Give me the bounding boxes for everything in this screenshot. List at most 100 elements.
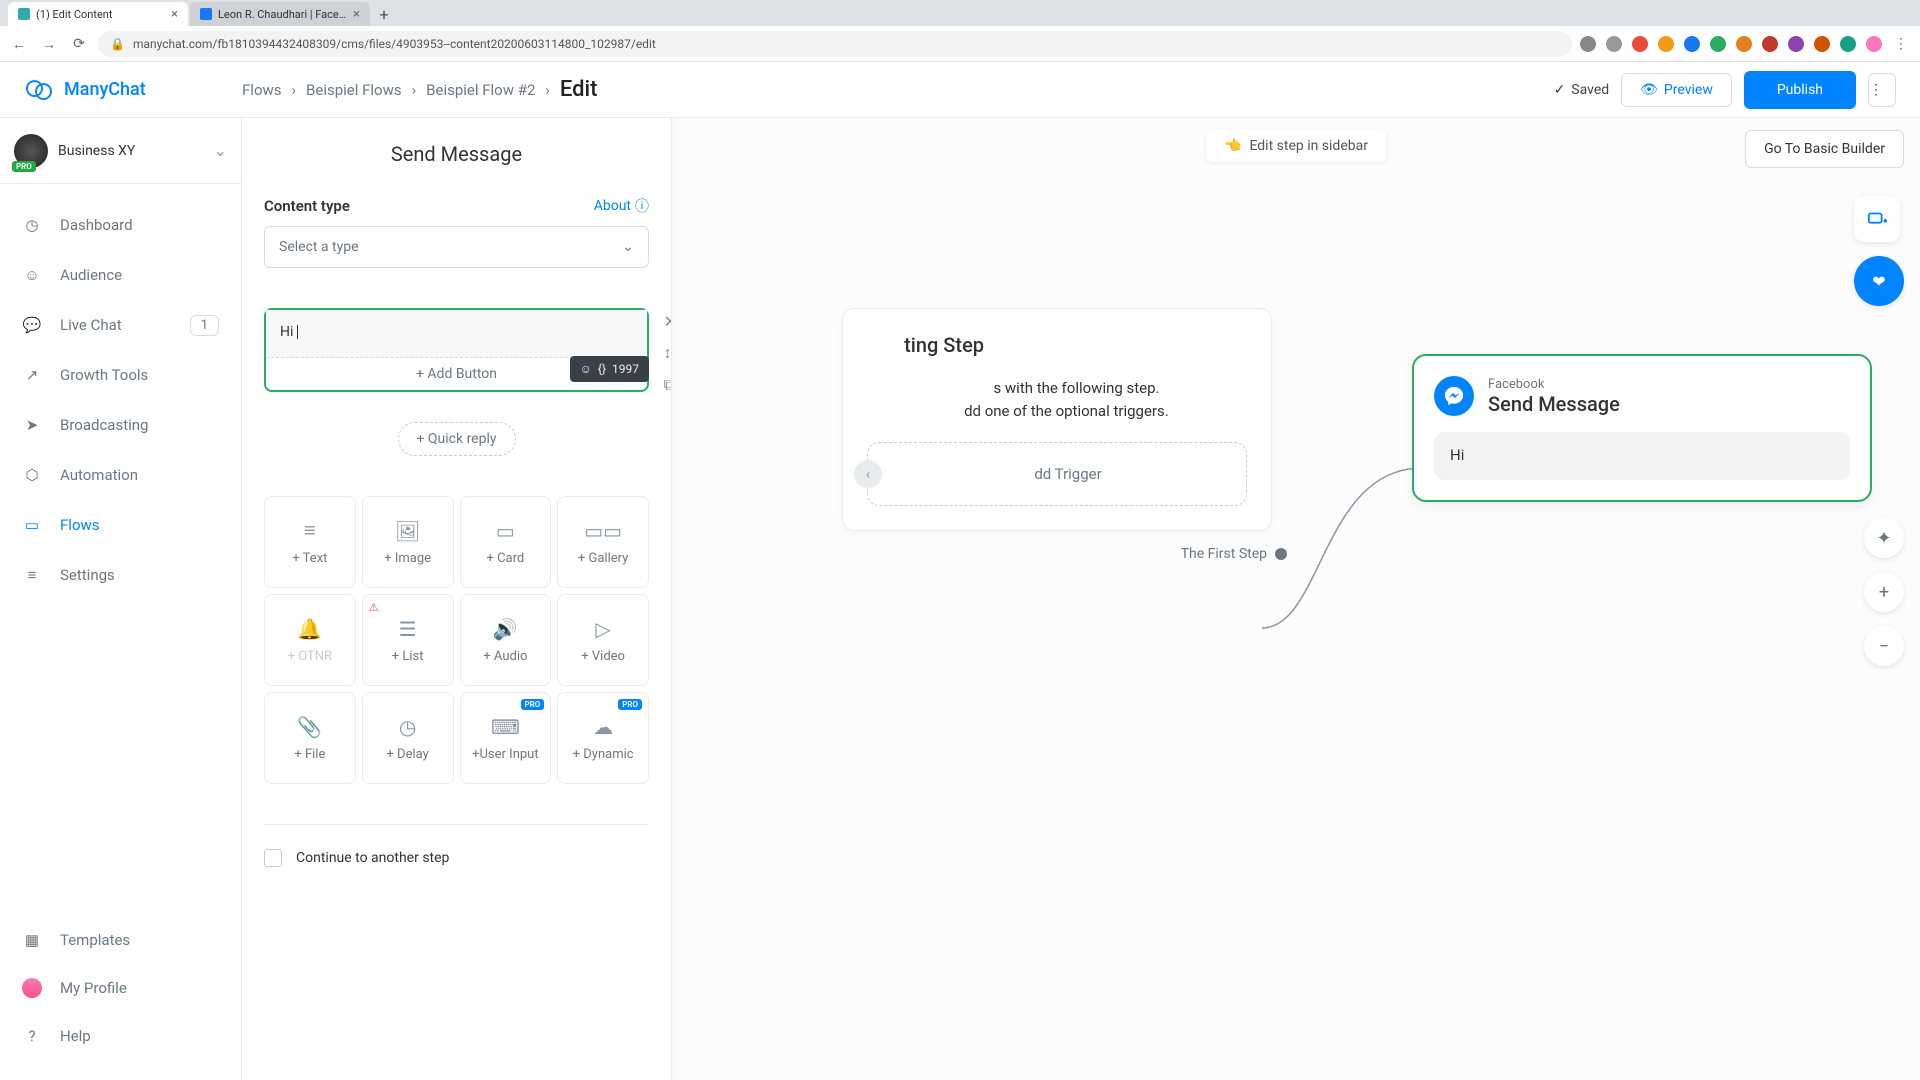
add-text-block[interactable]: ≡+ Text	[264, 496, 356, 588]
nav-item-profile[interactable]: My Profile	[0, 964, 241, 1012]
add-file-block[interactable]: 📎+ File	[264, 692, 356, 784]
add-delay-block[interactable]: ◷+ Delay	[362, 692, 454, 784]
browser-tab-inactive[interactable]: Leon R. Chaudhari | Facebook ×	[190, 2, 370, 26]
chat-count-badge: 1	[190, 315, 219, 336]
flows-icon: ▭	[22, 516, 42, 534]
first-step-port[interactable]: The First Step	[1181, 546, 1287, 562]
tab-close-icon[interactable]: ×	[171, 7, 178, 22]
nav-item-broadcasting[interactable]: ➤Broadcasting	[0, 400, 241, 450]
tab-bar: (1) Edit Content × Leon R. Chaudhari | F…	[0, 0, 1920, 26]
tab-close-icon[interactable]: ×	[353, 7, 360, 22]
saved-status: ✓ Saved	[1554, 82, 1610, 98]
add-button-row[interactable]: + Add Button ☺ {} 1997	[266, 358, 647, 390]
extension-icon[interactable]	[1710, 36, 1726, 52]
extension-icon[interactable]	[1606, 36, 1622, 52]
breadcrumbs: Flows › Beispiel Flows › Beispiel Flow #…	[242, 77, 597, 102]
add-otnr-block[interactable]: 🔔+ OTNR	[264, 594, 356, 686]
info-icon: ⓘ	[635, 196, 649, 216]
card-icon: ▭	[496, 519, 515, 543]
nav-item-settings[interactable]: ≡Settings	[0, 550, 241, 600]
extension-icon[interactable]	[1840, 36, 1856, 52]
breadcrumb-item[interactable]: Beispiel Flow #2	[426, 81, 535, 99]
warning-icon: ⚠	[369, 601, 379, 614]
extension-icon[interactable]	[1580, 36, 1596, 52]
address-bar: ← → ⟳ 🔒 manychat.com/fb181039443240​8309…	[0, 26, 1920, 62]
continue-checkbox[interactable]	[264, 849, 282, 867]
back-button[interactable]: ←	[8, 33, 30, 55]
chevron-down-icon: ⌄	[214, 141, 227, 160]
extension-icons	[1580, 36, 1882, 52]
add-card-block[interactable]: ▭+ Card	[460, 496, 552, 588]
emoji-icon[interactable]: ☺	[580, 362, 592, 376]
starting-step-node[interactable]: Starting Step A flow always starts with …	[842, 308, 1272, 531]
brand-name: ManyChat	[64, 79, 146, 100]
nav-item-growth[interactable]: ↗Growth Tools	[0, 350, 241, 400]
nav-item-help[interactable]: ?Help	[0, 1012, 241, 1060]
extension-icon[interactable]	[1762, 36, 1778, 52]
chevron-down-icon: ⌄	[622, 239, 634, 255]
forward-button[interactable]: →	[38, 33, 60, 55]
extension-icon[interactable]	[1684, 36, 1700, 52]
tab-title: (1) Edit Content	[36, 8, 165, 21]
extension-icon[interactable]	[1814, 36, 1830, 52]
add-gallery-block[interactable]: ▭▭+ Gallery	[557, 496, 649, 588]
close-icon[interactable]: ✕	[664, 312, 672, 331]
duplicate-icon[interactable]: ⧉	[664, 375, 672, 395]
nav-item-dashboard[interactable]: ◷Dashboard	[0, 200, 241, 250]
message-text-block: Hi + Add Button ☺ {} 1997	[264, 308, 649, 392]
preview-button[interactable]: 👁 Preview	[1621, 73, 1732, 107]
output-port-icon[interactable]	[1275, 548, 1287, 560]
nav-item-automation[interactable]: ⬡Automation	[0, 450, 241, 500]
nav-item-flows[interactable]: ▭Flows	[0, 500, 241, 550]
nav-item-livechat[interactable]: 💬Live Chat1	[0, 300, 241, 350]
nav-sidebar: PRO Business XY ⌄ ◷Dashboard ☺Audience 💬…	[0, 118, 242, 1080]
eye-icon: 👁	[1640, 82, 1658, 98]
breadcrumb-item[interactable]: Flows	[242, 81, 282, 99]
publish-button[interactable]: Publish	[1744, 71, 1856, 109]
reload-button[interactable]: ⟳	[68, 33, 90, 55]
add-userinput-block[interactable]: PRO⌨+User Input	[460, 692, 552, 784]
extension-icon[interactable]	[1736, 36, 1752, 52]
extension-icon[interactable]	[1788, 36, 1804, 52]
braces-icon[interactable]: {}	[598, 362, 606, 376]
about-link[interactable]: About ⓘ	[594, 196, 649, 216]
browser-chrome: (1) Edit Content × Leon R. Chaudhari | F…	[0, 0, 1920, 62]
continue-step-row[interactable]: Continue to another step	[264, 849, 649, 867]
extension-icon[interactable]	[1632, 36, 1648, 52]
quick-reply-button[interactable]: + Quick reply	[398, 422, 516, 456]
browser-menu-icon[interactable]: ⋮	[1890, 33, 1912, 55]
flow-canvas[interactable]: 👈 Edit step in sidebar Go To Basic Build…	[672, 118, 1920, 1080]
message-text-input[interactable]: Hi	[266, 310, 647, 358]
send-message-node[interactable]: Facebook Send Message Hi	[1412, 354, 1872, 502]
text-icon: ≡	[304, 518, 316, 543]
move-icon[interactable]: ↕	[664, 343, 672, 363]
dynamic-icon: ☁	[593, 715, 613, 739]
add-dynamic-block[interactable]: PRO☁+ Dynamic	[557, 692, 649, 784]
node-title: Send Message	[1488, 392, 1620, 416]
workspace-selector[interactable]: PRO Business XY ⌄	[0, 118, 241, 184]
breadcrumb-item[interactable]: Beispiel Flows	[306, 81, 402, 99]
nav-item-templates[interactable]: ▦Templates	[0, 916, 241, 964]
content-block-grid: ≡+ Text 🖼+ Image ▭+ Card ▭▭+ Gallery 🔔+ …	[264, 496, 649, 784]
more-menu-button[interactable]: ⋮	[1868, 73, 1896, 107]
tab-favicon	[18, 8, 30, 20]
avatar-icon[interactable]	[1866, 36, 1882, 52]
audio-icon: 🔊	[493, 617, 518, 641]
bell-icon: 🔔	[297, 617, 322, 641]
panel-title: Send Message	[264, 142, 649, 166]
add-audio-block[interactable]: 🔊+ Audio	[460, 594, 552, 686]
messenger-icon	[1434, 376, 1474, 416]
browser-tab-active[interactable]: (1) Edit Content ×	[8, 2, 188, 26]
workspace-name: Business XY	[58, 143, 204, 159]
add-video-block[interactable]: ▷+ Video	[557, 594, 649, 686]
add-trigger-button[interactable]: ‹ + Add Trigger	[867, 442, 1247, 506]
new-tab-button[interactable]: +	[372, 2, 396, 26]
content-type-select[interactable]: Select a type ⌄	[264, 226, 649, 268]
message-preview-bubble: Hi	[1434, 432, 1850, 480]
add-list-block[interactable]: ⚠☰+ List	[362, 594, 454, 686]
settings-icon: ≡	[22, 566, 42, 584]
nav-item-audience[interactable]: ☺Audience	[0, 250, 241, 300]
add-image-block[interactable]: 🖼+ Image	[362, 496, 454, 588]
url-input[interactable]: 🔒 manychat.com/fb181039443240​8309/cms/f…	[98, 31, 1572, 57]
extension-icon[interactable]	[1658, 36, 1674, 52]
